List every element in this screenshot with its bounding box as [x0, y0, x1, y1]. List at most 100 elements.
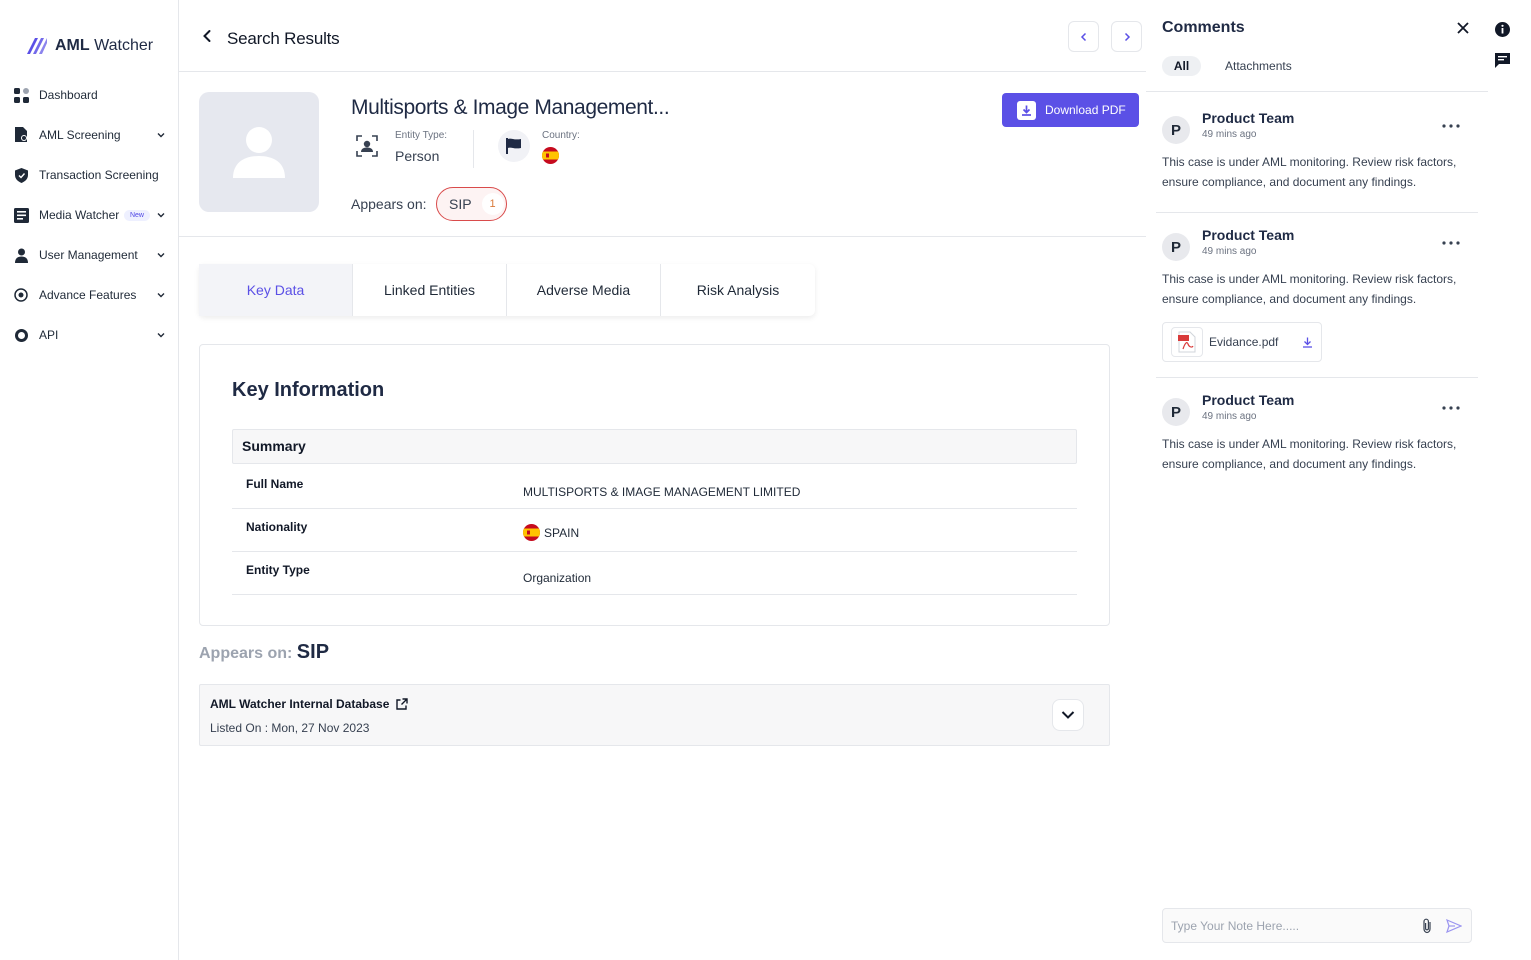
attachment-clip-icon[interactable] — [1420, 918, 1434, 934]
database-name: AML Watcher Internal Database — [210, 697, 409, 711]
more-options-icon[interactable] — [1442, 241, 1460, 245]
comment-text: This case is under AML monitoring. Revie… — [1162, 155, 1457, 189]
attachment-item[interactable]: Evidance.pdf — [1162, 322, 1322, 362]
dashboard-icon — [13, 87, 29, 103]
person-placeholder-icon — [233, 127, 285, 178]
sidebar-item-dashboard[interactable]: Dashboard — [0, 75, 178, 115]
advance-features-icon — [13, 287, 29, 303]
comments-panel: Comments All Attachments P Product Team … — [1146, 0, 1488, 960]
comment-divider — [1156, 212, 1478, 213]
expand-source-button[interactable] — [1052, 699, 1084, 731]
sidebar-item-advance-features[interactable]: Advance Features — [0, 275, 178, 315]
key-info-row: Nationality SPAIN — [232, 509, 1077, 552]
download-icon — [1017, 100, 1036, 120]
sidebar-item-label: Advance Features — [39, 288, 137, 302]
sidebar-item-label: Dashboard — [39, 88, 98, 102]
source-database-row[interactable]: AML Watcher Internal Database Listed On … — [199, 684, 1110, 746]
key-info-value: Organization — [523, 571, 592, 585]
sip-count-badge: 1 — [481, 193, 504, 215]
comment-author: Product Team — [1202, 227, 1295, 243]
sidebar-item-label: Media Watcher — [39, 208, 120, 222]
key-info-row: Full Name MULTISPORTS & IMAGE MANAGEMENT… — [232, 466, 1077, 509]
appears-on-label: Appears on: — [351, 196, 427, 212]
appears-on-heading: Appears on: SIP — [199, 641, 330, 663]
comments-tab-attachments[interactable]: Attachments — [1225, 59, 1292, 73]
api-icon — [13, 327, 29, 343]
brand-logo[interactable]: AML Watcher — [25, 34, 153, 58]
spain-flag-icon — [542, 147, 559, 169]
external-link-icon[interactable] — [395, 697, 409, 711]
key-information-card: Key Information Summary Full Name MULTIS… — [199, 344, 1110, 626]
chevron-left-icon — [1080, 32, 1086, 41]
attachment-name: Evidance.pdf — [1209, 335, 1279, 349]
key-info-value: SPAIN — [523, 524, 579, 541]
chevron-down-icon — [1061, 711, 1075, 719]
entity-type-label: Entity Type: — [395, 130, 448, 141]
author-avatar: P — [1162, 233, 1190, 261]
chevron-down-icon — [157, 333, 165, 338]
download-icon[interactable] — [1302, 337, 1313, 348]
more-options-icon[interactable] — [1442, 406, 1460, 410]
tab-risk-analysis[interactable]: Risk Analysis — [661, 264, 815, 316]
user-icon — [13, 247, 29, 263]
tab-key-data[interactable]: Key Data — [199, 264, 353, 316]
key-info-row: Entity Type Organization — [232, 552, 1077, 595]
previous-result-button[interactable] — [1068, 21, 1099, 52]
page-title: Search Results — [227, 29, 340, 48]
meta-divider — [473, 130, 474, 168]
comments-divider — [1146, 91, 1488, 92]
entity-type-value: Person — [395, 148, 440, 164]
comment-time: 49 mins ago — [1202, 246, 1257, 257]
entity-avatar — [199, 92, 319, 212]
comment-text: This case is under AML monitoring. Revie… — [1162, 437, 1457, 471]
sidebar-item-user-management[interactable]: User Management — [0, 235, 178, 275]
download-pdf-button[interactable]: Download PDF — [1002, 93, 1139, 127]
appears-on-sip-chip[interactable]: SIP 1 — [436, 187, 507, 221]
entity-name: Multisports & Image Management... — [351, 96, 670, 119]
tab-linked-entities[interactable]: Linked Entities — [353, 264, 507, 316]
author-avatar: P — [1162, 116, 1190, 144]
comments-title: Comments — [1162, 19, 1245, 36]
download-pdf-label: Download PDF — [1045, 103, 1126, 117]
new-badge: New — [123, 209, 150, 221]
chevron-down-icon — [157, 253, 165, 258]
next-result-button[interactable] — [1111, 21, 1142, 52]
back-arrow-icon[interactable] — [199, 28, 215, 44]
send-icon[interactable] — [1446, 919, 1462, 933]
sidebar-item-label: API — [39, 328, 59, 342]
chevron-down-icon — [157, 133, 165, 138]
key-info-value: MULTISPORTS & IMAGE MANAGEMENT LIMITED — [523, 485, 801, 499]
sidebar-item-label: AML Screening — [39, 128, 121, 142]
sidebar-item-api[interactable]: API — [0, 315, 178, 355]
comment-time: 49 mins ago — [1202, 129, 1257, 140]
tab-adverse-media[interactable]: Adverse Media — [507, 264, 661, 316]
sidebar-item-label: Transaction Screening — [39, 168, 159, 182]
listed-on-date: Listed On : Mon, 27 Nov 2023 — [210, 721, 370, 735]
comments-icon[interactable] — [1494, 52, 1511, 69]
key-information-title: Key Information — [232, 379, 385, 401]
more-options-icon[interactable] — [1442, 124, 1460, 128]
comment-author: Product Team — [1202, 392, 1295, 408]
sidebar-item-media-watcher[interactable]: Media Watcher New — [0, 195, 178, 235]
close-icon[interactable] — [1455, 20, 1471, 36]
summary-header: Summary — [232, 429, 1077, 464]
country-label: Country: — [542, 130, 580, 141]
sidebar-item-aml-screening[interactable]: AML Screening — [0, 115, 178, 155]
key-info-key: Nationality — [246, 520, 308, 534]
note-composer — [1162, 908, 1472, 943]
detail-tabs: Key Data Linked Entities Adverse Media R… — [199, 264, 815, 316]
comment-time: 49 mins ago — [1202, 411, 1257, 422]
sidebar-item-transaction-screening[interactable]: Transaction Screening — [0, 155, 178, 195]
sidebar-nav: Dashboard AML Screening Transaction Scre… — [0, 75, 178, 355]
chevron-right-icon — [1124, 32, 1130, 41]
profile-divider — [179, 236, 1146, 237]
comments-tab-all[interactable]: All — [1162, 56, 1201, 76]
key-info-key: Entity Type — [246, 563, 310, 577]
flag-icon — [498, 130, 530, 162]
key-info-key: Full Name — [246, 477, 304, 491]
info-icon[interactable] — [1494, 21, 1511, 38]
media-watcher-icon — [13, 207, 29, 223]
note-input[interactable] — [1163, 909, 1403, 942]
page-header: Search Results — [179, 0, 1146, 72]
sidebar: AML Watcher Dashboard AML Screening Tran… — [0, 0, 179, 960]
